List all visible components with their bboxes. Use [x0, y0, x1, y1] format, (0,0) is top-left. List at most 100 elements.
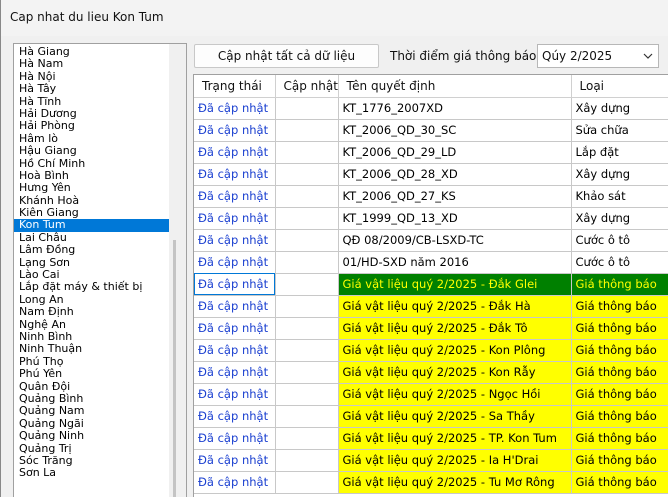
row-status: Đã cập nhật [194, 141, 276, 164]
row-decision-name: QĐ 08/2009/CB-LSXD-TC [338, 229, 572, 252]
table-row[interactable]: Đã cập nhật Giá vật liệu quý 2/2025 - TP.… [194, 427, 668, 450]
table-row[interactable]: Đã cập nhật KT_1999_QD_13_XD Xây dựng [194, 207, 668, 230]
province-item[interactable]: Hậu Giang [14, 144, 170, 157]
row-type: Giá thông báo [571, 361, 668, 384]
window-title: Cap nhat du lieu Kon Tum [10, 10, 164, 24]
province-item[interactable]: Phú Yên [14, 367, 170, 380]
header-update[interactable]: Cập nhật [275, 75, 339, 98]
row-update-cell[interactable] [275, 163, 339, 186]
table-row[interactable]: Đã cập nhật Giá vật liệu quý 2/2025 - Kon… [194, 361, 668, 384]
update-all-button[interactable]: Cập nhật tất cả dữ liệu [194, 44, 379, 68]
province-listbox[interactable]: Hà Giang Hà Nam Hà Nội Hà Tây Hà Tĩnh Hải Dươ… [13, 43, 187, 497]
province-item[interactable]: Hưng Yên [14, 182, 170, 194]
row-type: Xây dựng [571, 97, 668, 120]
table-header-row: Trạng thái Cập nhật Tên quyết định Loại [194, 75, 668, 98]
row-type: Khảo sát [571, 185, 668, 208]
row-decision-name: Giá vật liệu quý 2/2025 - Tu Mơ Rông [338, 471, 572, 494]
table-row[interactable]: Đã cập nhật Giá vật liệu quý 2/2025 - Kon… [194, 339, 668, 362]
row-status: Đã cập nhật [194, 251, 276, 274]
row-status: Đã cập nhật [194, 119, 276, 142]
row-update-cell[interactable] [275, 229, 339, 252]
row-update-cell[interactable] [275, 97, 339, 120]
row-type: Cước ô tô [571, 251, 668, 274]
row-update-cell[interactable] [275, 405, 339, 428]
row-update-cell[interactable] [275, 273, 339, 296]
row-update-cell[interactable] [275, 449, 339, 472]
row-update-cell[interactable] [275, 339, 339, 362]
row-status: Đã cập nhật [194, 449, 276, 472]
row-type: Giá thông báo [571, 273, 668, 296]
province-item[interactable]: Lắp đặt máy & thiết bị [14, 281, 170, 293]
row-decision-name: Giá vật liệu quý 2/2025 - Ngọc Hồi [338, 383, 572, 406]
row-decision-name: KT_1999_QD_13_XD [338, 207, 572, 230]
table-row[interactable]: Đã cập nhật Giá vật liệu quý 2/2025 - Đắk… [194, 295, 668, 318]
row-status: Đã cập nhật [194, 273, 276, 296]
row-update-cell[interactable] [275, 251, 339, 274]
row-decision-name: Giá vật liệu quý 2/2025 - TP. Kon Tum [338, 427, 572, 450]
header-status[interactable]: Trạng thái [194, 75, 276, 98]
row-status: Đã cập nhật [194, 97, 276, 120]
row-update-cell[interactable] [275, 317, 339, 340]
row-update-cell[interactable] [275, 471, 339, 494]
row-type: Giá thông báo [571, 339, 668, 362]
province-item[interactable]: Ninh Thuận [14, 343, 170, 355]
province-item[interactable]: Hà Tây [14, 82, 170, 95]
row-status: Đã cập nhật [194, 427, 276, 450]
row-decision-name: Giá vật liệu quý 2/2025 - Kon Plông [338, 339, 572, 362]
table-row[interactable]: Đã cập nhật KT_2006_QD_27_KS Khảo sát [194, 185, 668, 208]
row-type: Giá thông báo [571, 405, 668, 428]
row-type: Xây dựng [571, 163, 668, 186]
table-row[interactable]: Đã cập nhật Giá vật liệu quý 2/2025 - Đắk… [194, 317, 668, 340]
row-status: Đã cập nhật [194, 339, 276, 362]
province-list: Hà Giang Hà Nam Hà Nội Hà Tây Hà Tĩnh Hải Dươ… [14, 45, 170, 480]
price-time-label: Thời điểm giá thông báo [390, 49, 537, 63]
row-status: Đã cập nhật [194, 317, 276, 340]
province-list-scrollbar[interactable] [169, 44, 186, 497]
row-type: Giá thông báo [571, 317, 668, 340]
row-update-cell[interactable] [275, 141, 339, 164]
table-row[interactable]: Đã cập nhật Giá vật liệu quý 2/2025 - Sa … [194, 405, 668, 428]
row-update-cell[interactable] [275, 295, 339, 318]
province-item[interactable]: Hà Nam [14, 58, 170, 70]
row-update-cell[interactable] [275, 361, 339, 384]
row-update-cell[interactable] [275, 427, 339, 450]
table-row[interactable]: Đã cập nhật 01/HD-SXD năm 2016 Cước ô tô [194, 251, 668, 274]
row-status: Đã cập nhật [194, 295, 276, 318]
table-row[interactable]: Đã cập nhật KT_2006_QD_30_SC Sửa chữa [194, 119, 668, 142]
row-decision-name: Giá vật liệu quý 2/2025 - Đắk Glei [338, 273, 572, 296]
table-row[interactable]: Đã cập nhật QĐ 08/2009/CB-LSXD-TC Cước ô t… [194, 229, 668, 252]
row-type: Xây dựng [571, 207, 668, 230]
province-item[interactable]: Quảng Nam [14, 405, 170, 417]
table-row[interactable]: Đã cập nhật KT_2006_QD_28_XD Xây dựng [194, 163, 668, 186]
table-row[interactable]: Đã cập nhật KT_1776_2007XD Xây dựng [194, 97, 668, 120]
province-item[interactable]: Sơn La [14, 467, 170, 479]
province-item[interactable]: Lâm Đồng [14, 244, 170, 256]
row-decision-name: KT_2006_QD_29_LD [338, 141, 572, 164]
table-row[interactable]: Đã cập nhật Giá vật liệu quý 2/2025 - Ngọ… [194, 383, 668, 406]
province-item[interactable]: Kon Tum [14, 219, 170, 232]
province-item[interactable]: Hải Phòng [14, 120, 170, 132]
header-name[interactable]: Tên quyết định [338, 75, 572, 98]
table-row[interactable]: Đã cập nhật Giá vật liệu quý 2/2025 - Tu … [194, 471, 668, 494]
row-status: Đã cập nhật [194, 405, 276, 428]
province-item[interactable]: Quảng Ninh [14, 429, 170, 442]
row-update-cell[interactable] [275, 207, 339, 230]
title-bar: Cap nhat du lieu Kon Tum [1, 0, 668, 36]
period-select[interactable]: Qúy 2/2025 [537, 44, 659, 68]
row-update-cell[interactable] [275, 119, 339, 142]
row-status: Đã cập nhật [194, 471, 276, 494]
row-type: Giá thông báo [571, 449, 668, 472]
row-status: Đã cập nhật [194, 361, 276, 384]
table-row[interactable]: Đã cập nhật Giá vật liệu quý 2/2025 - Đắk… [194, 273, 668, 296]
period-select-value: Qúy 2/2025 [542, 49, 613, 63]
scrollbar-thumb[interactable] [173, 240, 176, 497]
province-item[interactable]: Nam Định [14, 306, 170, 318]
row-decision-name: Giá vật liệu quý 2/2025 - Ia H'Drai [338, 449, 572, 472]
table-row[interactable]: Đã cập nhật KT_2006_QD_29_LD Lắp đặt [194, 141, 668, 164]
row-update-cell[interactable] [275, 185, 339, 208]
row-decision-name: KT_2006_QD_27_KS [338, 185, 572, 208]
row-decision-name: KT_2006_QD_30_SC [338, 119, 572, 142]
row-update-cell[interactable] [275, 383, 339, 406]
table-row[interactable]: Đã cập nhật Giá vật liệu quý 2/2025 - Ia … [194, 449, 668, 472]
header-type[interactable]: Loại [571, 75, 668, 98]
